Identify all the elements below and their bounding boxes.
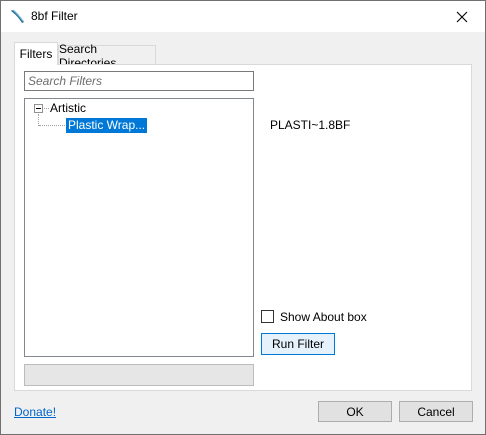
window-title: 8bf Filter	[31, 9, 78, 23]
tree-node-artistic[interactable]: Artistic	[50, 101, 86, 116]
tree-connector	[44, 108, 49, 109]
tree-connector	[39, 125, 65, 126]
run-filter-button[interactable]: Run Filter	[261, 333, 335, 355]
close-icon	[456, 11, 468, 22]
search-filters-input[interactable]	[24, 71, 254, 91]
filter-tree[interactable]: Artistic Plastic Wrap...	[24, 98, 254, 357]
app-icon	[10, 8, 26, 24]
filter-filename: PLASTI~1.8BF	[270, 118, 351, 132]
donate-link[interactable]: Donate!	[14, 405, 56, 419]
title-bar: 8bf Filter	[1, 1, 485, 32]
tab-filters[interactable]: Filters	[14, 42, 58, 65]
cancel-button[interactable]: Cancel	[399, 401, 473, 422]
show-about-label[interactable]: Show About box	[280, 310, 367, 324]
ok-button[interactable]: OK	[318, 401, 392, 422]
tab-search-directories[interactable]: Search Directories	[58, 42, 156, 70]
show-about-checkbox[interactable]	[261, 310, 274, 323]
close-button[interactable]	[439, 1, 485, 32]
tree-node-plastic-wrap[interactable]: Plastic Wrap...	[66, 118, 148, 133]
collapse-toggle-icon[interactable]	[34, 104, 43, 113]
progress-bar	[24, 364, 254, 386]
dialog-window: 8bf Filter Filters Search Directories Ar…	[0, 0, 486, 435]
